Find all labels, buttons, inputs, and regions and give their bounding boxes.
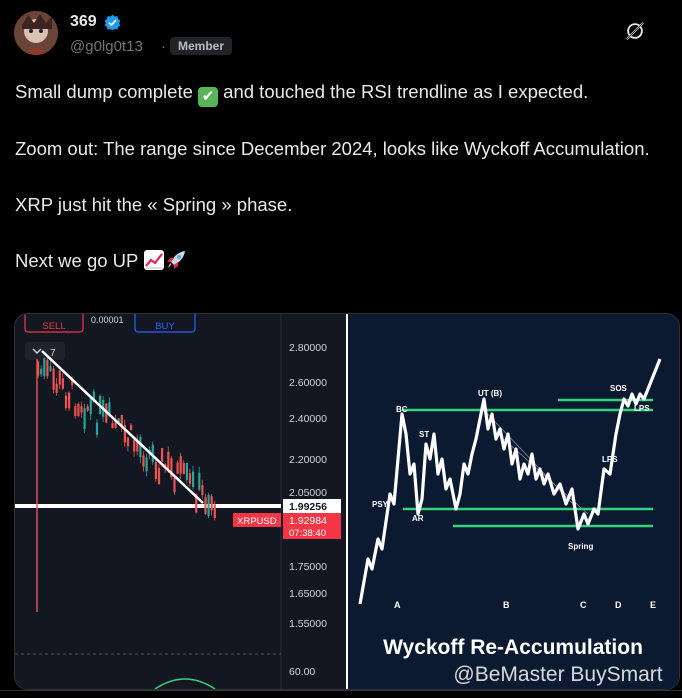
candle-body [80, 406, 83, 413]
xrp-price-chart: SELL 0.00001 BUY 7 2.80000 2.60000 2.400… [15, 314, 346, 689]
rsi-level: 60.00 [289, 666, 315, 678]
post-card[interactable]: 369 @g0lg0t13 · Member Small dump comple… [0, 0, 682, 697]
candle-body [157, 468, 161, 485]
candle-body [64, 395, 68, 409]
candle-body [58, 370, 61, 385]
sell-label: SELL [42, 321, 65, 332]
buy-label: BUY [155, 321, 175, 332]
svg-text:LPS: LPS [602, 455, 618, 464]
display-name[interactable]: 369 [70, 13, 97, 31]
svg-text:XRPUSD: XRPUSD [237, 516, 277, 527]
candle-body [126, 437, 130, 447]
candle-body [167, 451, 170, 470]
candle-body [86, 406, 89, 411]
candle-body [95, 422, 99, 435]
separator-dot: · [161, 38, 166, 55]
candle-body [52, 368, 55, 390]
candle-body [55, 383, 58, 393]
candle-body [133, 439, 136, 452]
candle-body [68, 392, 71, 409]
svg-text:UT (B): UT (B) [478, 389, 502, 398]
candle-body [139, 436, 142, 458]
candle-body [176, 462, 179, 474]
candle-body [188, 473, 192, 484]
grok-icon[interactable] [624, 20, 646, 42]
candle-body [61, 378, 64, 389]
candle-body [185, 462, 188, 481]
candle-body [77, 403, 80, 416]
member-badge[interactable]: Member [170, 37, 233, 55]
price-chart-svg: SELL 0.00001 BUY 7 2.80000 2.60000 2.400… [15, 314, 346, 689]
verified-badge-icon [104, 14, 121, 31]
post-line-1: Small dump complete ✔ and touched the RS… [15, 81, 589, 107]
candle-body [89, 397, 92, 415]
svg-text:C: C [580, 600, 587, 610]
svg-text:1.99256: 1.99256 [289, 501, 327, 513]
post-line-2: Zoom out: The range since December 2024,… [15, 138, 650, 159]
post-line-3: XRP just hit the « Spring » phase. [15, 194, 293, 215]
candle-body [179, 456, 182, 474]
indicator-toggle[interactable] [25, 342, 65, 360]
spread-value: 0.00001 [91, 315, 124, 325]
svg-text:A: A [394, 600, 401, 610]
candle-body [49, 366, 52, 372]
svg-text:Spring: Spring [568, 542, 593, 551]
candle-body [145, 457, 148, 472]
svg-text:D: D [615, 600, 622, 610]
wyckoff-diagram: PSY BC AR ST UT (B) Spring LPS SOS LPS A… [348, 314, 679, 689]
svg-text:1.55000: 1.55000 [289, 618, 327, 630]
candle-body [74, 406, 77, 417]
post-line-4: Next we go UP [15, 247, 655, 275]
post-image[interactable]: SELL 0.00001 BUY 7 2.80000 2.60000 2.400… [14, 313, 680, 690]
svg-text:2.05000: 2.05000 [289, 487, 327, 499]
diagram-title: Wyckoff Re-Accumulation [383, 636, 643, 659]
wyckoff-svg: PSY BC AR ST UT (B) Spring LPS SOS LPS A… [348, 314, 679, 689]
svg-text:PSY: PSY [372, 500, 389, 509]
svg-text:2.20000: 2.20000 [289, 454, 327, 466]
candle-body [207, 494, 210, 517]
svg-text:2.40000: 2.40000 [289, 413, 327, 425]
user-handle[interactable]: @g0lg0t13 [70, 38, 143, 55]
avatar[interactable] [14, 11, 58, 55]
candle-body [182, 462, 185, 475]
svg-text:1.92984: 1.92984 [289, 515, 327, 527]
candle-body [154, 461, 157, 479]
candle-body [40, 368, 43, 375]
candle-body [173, 477, 176, 493]
candle-body [142, 455, 145, 467]
svg-text:1.75000: 1.75000 [289, 561, 327, 573]
svg-text:E: E [650, 600, 656, 610]
candle-body [204, 497, 207, 514]
candle-body [161, 447, 164, 462]
svg-text:1.65000: 1.65000 [289, 588, 327, 600]
watermark: @BeMaster BuySmart [453, 663, 662, 686]
candle-body [192, 471, 195, 487]
candle-body [130, 424, 133, 431]
candle-body [213, 504, 216, 519]
check-mark-icon: ✔ [198, 87, 219, 107]
svg-text:SOS: SOS [610, 384, 628, 393]
candle-body [210, 496, 213, 511]
candle-body [43, 358, 46, 377]
svg-text:2.60000: 2.60000 [289, 377, 327, 389]
candle-body [46, 360, 49, 377]
candle-body [83, 408, 86, 429]
svg-text:AR: AR [412, 514, 424, 523]
candle-body [111, 423, 114, 429]
post-text: Small dump complete ✔ and touched the RS… [15, 78, 655, 275]
svg-text:ST: ST [419, 430, 429, 439]
svg-text:LPS: LPS [634, 404, 650, 413]
indicator-value: 7 [50, 348, 56, 359]
svg-text:B: B [503, 600, 510, 610]
svg-text:BC: BC [396, 405, 408, 414]
chart-increasing-icon [144, 250, 165, 270]
svg-text:07:38:40: 07:38:40 [289, 528, 326, 539]
svg-text:2.80000: 2.80000 [289, 342, 327, 354]
candle-body [198, 472, 201, 490]
rocket-icon [167, 251, 186, 269]
candle-body [201, 485, 204, 495]
